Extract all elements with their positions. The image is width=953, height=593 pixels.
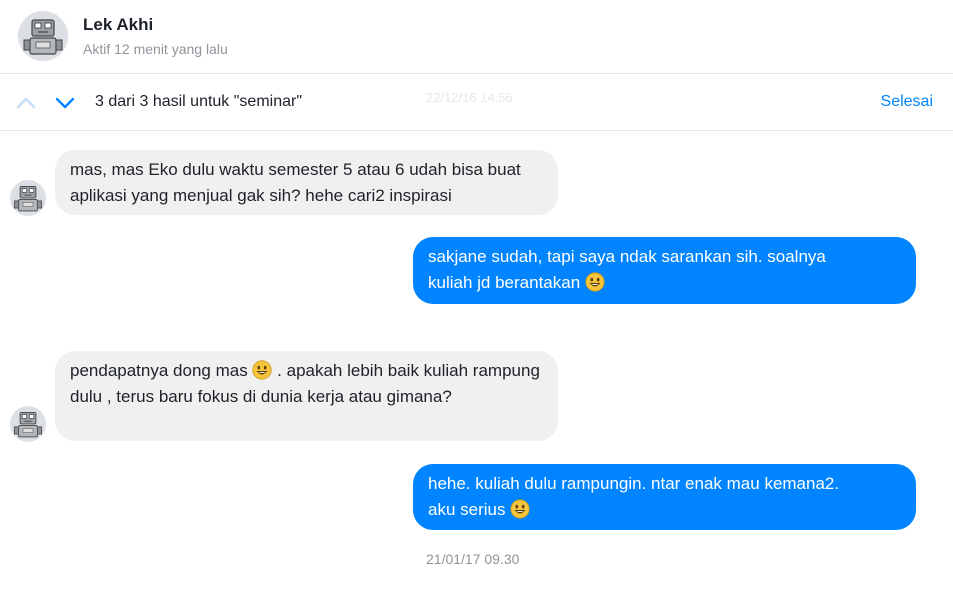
message-text: mas, mas Eko dulu waktu semester 5 atau …: [70, 160, 521, 205]
contact-avatar-small[interactable]: [10, 180, 46, 216]
done-button[interactable]: Selesai: [881, 93, 933, 111]
incoming-message[interactable]: mas, mas Eko dulu waktu semester 5 atau …: [55, 150, 558, 215]
contact-avatar-small[interactable]: [10, 406, 46, 442]
search-results-bar: 3 dari 3 hasil untuk "seminar" 22/12/16 …: [0, 74, 953, 131]
contact-status: Aktif 12 menit yang lalu: [83, 41, 228, 57]
faded-timestamp: 22/12/16 14.56: [426, 90, 513, 105]
message-text: aku serius: [428, 500, 506, 519]
message-timestamp: 21/01/17 09.30: [426, 551, 520, 567]
smiley-emoji-icon: [252, 360, 273, 380]
conversation-header: Lek Akhi Aktif 12 menit yang lalu: [0, 0, 953, 74]
chevron-up-icon[interactable]: [14, 91, 38, 115]
contact-avatar[interactable]: [18, 11, 68, 61]
search-result-count: 3 dari 3 hasil untuk "seminar": [95, 93, 303, 110]
contact-name[interactable]: Lek Akhi: [83, 15, 153, 35]
message-text: hehe. kuliah dulu rampungin. ntar enak m…: [428, 474, 840, 493]
outgoing-message[interactable]: hehe. kuliah dulu rampungin. ntar enak m…: [413, 464, 916, 530]
outgoing-message[interactable]: sakjane sudah, tapi saya ndak sarankan s…: [413, 237, 916, 304]
message-text: pendapatnya dong mas: [70, 361, 248, 380]
smiley-emoji-icon: [510, 499, 530, 519]
smiley-emoji-icon: [585, 272, 605, 292]
message-text: sakjane sudah, tapi saya ndak sarankan s…: [428, 247, 826, 266]
incoming-message[interactable]: pendapatnya dong mas . apakah lebih baik…: [55, 351, 558, 441]
chevron-down-icon[interactable]: [53, 91, 77, 115]
message-text: kuliah jd berantakan: [428, 273, 581, 292]
